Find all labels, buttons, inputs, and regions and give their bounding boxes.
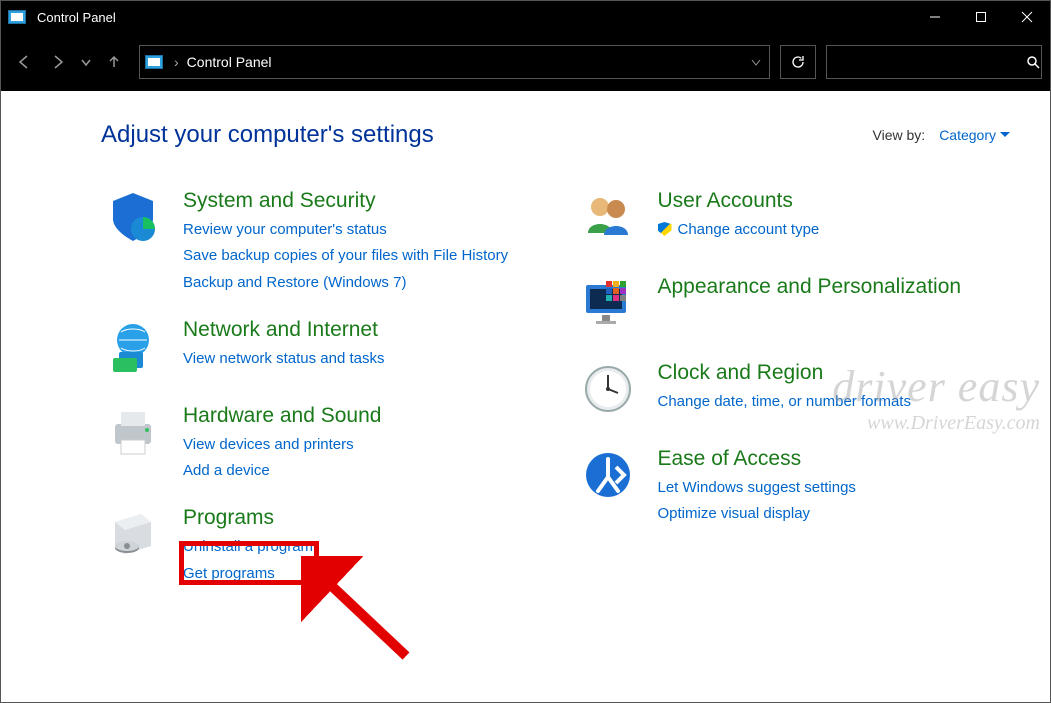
- cat-title[interactable]: User Accounts: [658, 189, 1011, 213]
- printer-icon: [101, 404, 165, 468]
- cat-link[interactable]: Let Windows suggest settings: [658, 475, 1011, 501]
- left-column: System and Security Review your computer…: [101, 189, 536, 587]
- titlebar: Control Panel: [1, 1, 1050, 33]
- search-input[interactable]: [827, 54, 1024, 70]
- minimize-button[interactable]: [912, 1, 958, 33]
- programs-icon: [101, 506, 165, 570]
- cat-link[interactable]: Get programs: [183, 561, 536, 587]
- forward-button[interactable]: [43, 47, 73, 77]
- window-title: Control Panel: [33, 10, 912, 25]
- breadcrumb[interactable]: Control Panel: [185, 54, 274, 70]
- cat-link[interactable]: Change date, time, or number formats: [658, 389, 1011, 415]
- cat-link[interactable]: Backup and Restore (Windows 7): [183, 270, 536, 296]
- cat-link[interactable]: Optimize visual display: [658, 501, 1011, 527]
- window: Control Panel › Control Panel: [0, 0, 1051, 703]
- cat-clock-region: Clock and Region Change date, time, or n…: [576, 361, 1011, 425]
- cat-network-internet: Network and Internet View network status…: [101, 318, 536, 382]
- categories: System and Security Review your computer…: [101, 189, 1010, 587]
- cat-title[interactable]: Network and Internet: [183, 318, 536, 342]
- right-column: User Accounts Change account type: [576, 189, 1011, 587]
- cat-title[interactable]: Appearance and Personalization: [658, 275, 1011, 299]
- view-by: View by: Category: [873, 127, 1010, 143]
- navbar: › Control Panel: [1, 33, 1050, 91]
- address-bar[interactable]: › Control Panel: [139, 45, 770, 79]
- cat-link[interactable]: Save backup copies of your files with Fi…: [183, 243, 536, 269]
- cat-link[interactable]: View devices and printers: [183, 432, 536, 458]
- address-dropdown[interactable]: [743, 56, 769, 68]
- close-button[interactable]: [1004, 1, 1050, 33]
- cat-link[interactable]: View network status and tasks: [183, 346, 536, 372]
- users-icon: [576, 189, 640, 253]
- page-title: Adjust your computer's settings: [101, 121, 873, 149]
- shield-icon: [101, 189, 165, 253]
- cat-programs: Programs Uninstall a program Get program…: [101, 506, 536, 587]
- monitor-icon: [576, 275, 640, 339]
- globe-icon: [101, 318, 165, 382]
- cat-link[interactable]: Review your computer's status: [183, 217, 536, 243]
- header-row: Adjust your computer's settings View by:…: [101, 121, 1010, 149]
- history-dropdown[interactable]: [77, 47, 95, 77]
- cat-link[interactable]: Add a device: [183, 458, 536, 484]
- cat-hardware-sound: Hardware and Sound View devices and prin…: [101, 404, 536, 485]
- view-by-dropdown[interactable]: Category: [939, 127, 1010, 143]
- cat-link[interactable]: Uninstall a program: [183, 534, 536, 560]
- cat-link[interactable]: Change account type: [658, 217, 1011, 243]
- refresh-button[interactable]: [780, 45, 816, 79]
- cat-ease-of-access: Ease of Access Let Windows suggest setti…: [576, 447, 1011, 528]
- search-icon[interactable]: [1024, 55, 1041, 69]
- content: Adjust your computer's settings View by:…: [1, 91, 1050, 702]
- cat-title[interactable]: Hardware and Sound: [183, 404, 536, 428]
- cat-title[interactable]: Ease of Access: [658, 447, 1011, 471]
- cat-title[interactable]: Clock and Region: [658, 361, 1011, 385]
- maximize-button[interactable]: [958, 1, 1004, 33]
- ease-of-access-icon: [576, 447, 640, 511]
- cat-system-security: System and Security Review your computer…: [101, 189, 536, 296]
- up-button[interactable]: [99, 47, 129, 77]
- cat-title[interactable]: System and Security: [183, 189, 536, 213]
- clock-icon: [576, 361, 640, 425]
- view-by-label: View by:: [873, 127, 926, 143]
- control-panel-icon: [140, 55, 168, 69]
- breadcrumb-separator: ›: [168, 54, 185, 70]
- search-box[interactable]: [826, 45, 1042, 79]
- cat-user-accounts: User Accounts Change account type: [576, 189, 1011, 253]
- view-by-value: Category: [939, 127, 996, 143]
- cat-appearance: Appearance and Personalization: [576, 275, 1011, 339]
- app-icon: [1, 10, 33, 24]
- cat-title[interactable]: Programs: [183, 506, 536, 530]
- back-button[interactable]: [9, 47, 39, 77]
